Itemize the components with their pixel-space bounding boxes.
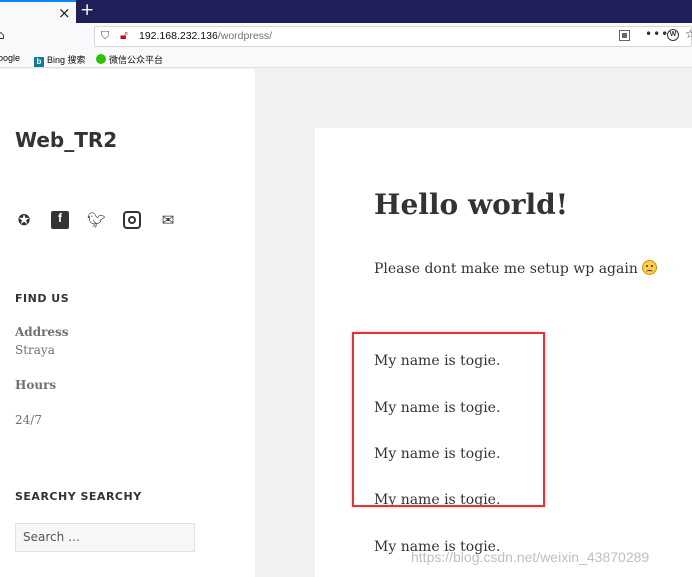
find-us-heading: FIND US xyxy=(15,292,70,305)
frowning-face-icon xyxy=(641,260,657,275)
bookmark-star-icon[interactable]: ☆ xyxy=(685,27,692,41)
tab-bar: × + xyxy=(0,0,692,23)
search-heading: SEARCHY SEARCHY xyxy=(15,490,142,503)
facebook-icon[interactable]: f xyxy=(51,211,69,229)
twitter-icon[interactable]: 🐦︎ xyxy=(87,211,106,229)
bookmark-google[interactable]: oogle xyxy=(0,53,20,63)
bing-icon: b xyxy=(34,57,44,67)
hours-label: Hours xyxy=(15,378,57,392)
hours-value: 24/7 xyxy=(15,413,42,427)
watermark: https://blog.csdn.net/weixin_43870289 xyxy=(411,549,650,565)
post-title[interactable]: Hello world! xyxy=(374,188,568,221)
address-value: Straya xyxy=(15,343,55,357)
bookmarks-toolbar: oogle b Bing 搜索 微信公众平台 xyxy=(0,50,692,68)
close-tab-icon[interactable]: × xyxy=(58,4,71,22)
search-input[interactable]: Search … xyxy=(15,523,195,552)
bookmark-wechat[interactable]: 微信公众平台 xyxy=(96,53,163,66)
highlight-box xyxy=(352,332,545,507)
bookmark-bing[interactable]: b Bing 搜索 xyxy=(34,53,86,67)
sidebar: Web_TR2 ✪ f 🐦︎ ✉ FIND US Address Straya … xyxy=(0,69,255,577)
site-title[interactable]: Web_TR2 xyxy=(15,128,117,152)
wordpress-extension-icon[interactable]: W xyxy=(667,29,679,41)
qr-code-icon[interactable] xyxy=(619,30,630,41)
url-text[interactable]: 192.168.232.136/wordpress/ xyxy=(139,30,272,42)
address-label: Address xyxy=(15,325,69,339)
mail-icon[interactable]: ✉ xyxy=(159,211,177,229)
new-tab-button[interactable]: + xyxy=(80,0,94,20)
page-actions-icon[interactable]: ••• xyxy=(645,27,669,41)
wechat-icon xyxy=(96,54,106,64)
social-links-menu: ✪ f 🐦︎ ✉ xyxy=(15,211,177,229)
navigation-bar: ⌂ ⛉ 🔓︎ 192.168.232.136/wordpress/ ••• W … xyxy=(0,23,692,50)
wordpress-icon[interactable]: ✪ xyxy=(15,211,33,229)
tracking-shield-icon[interactable]: ⛉ xyxy=(101,29,109,43)
home-icon[interactable]: ⌂ xyxy=(0,28,5,42)
post-intro: Please dont make me setup wp again xyxy=(374,260,657,277)
instagram-icon[interactable] xyxy=(123,211,141,229)
browser-tab[interactable]: × xyxy=(0,0,76,23)
insecure-connection-icon[interactable]: 🔓︎ xyxy=(120,28,128,43)
url-bar[interactable]: ⛉ 🔓︎ 192.168.232.136/wordpress/ ••• W ☆ xyxy=(94,26,692,47)
